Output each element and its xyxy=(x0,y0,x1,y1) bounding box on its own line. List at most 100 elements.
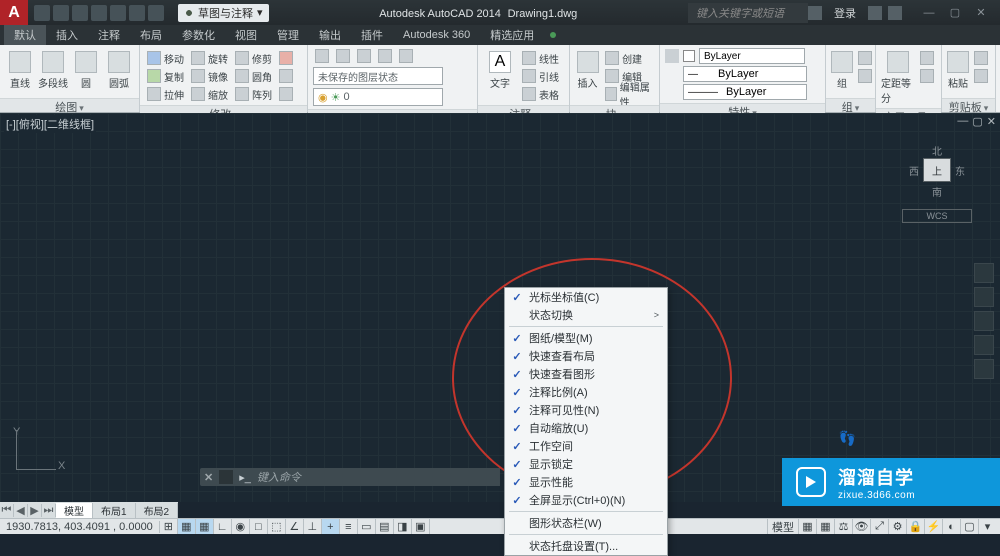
command-line[interactable]: ✕ ▸_ 键入命令 xyxy=(200,468,500,486)
layout-first-icon[interactable]: ⏮ xyxy=(0,504,14,517)
util-aux2[interactable] xyxy=(918,68,936,84)
rotate-button[interactable]: 旋转 xyxy=(189,50,230,66)
trim-button[interactable]: 修剪 xyxy=(233,50,274,66)
text-button[interactable]: A文字 xyxy=(483,48,517,90)
group-aux1-button[interactable] xyxy=(856,50,874,66)
vc-east[interactable]: 东 xyxy=(955,163,965,178)
circle-button[interactable]: 圆 xyxy=(71,48,101,90)
insert-block-button[interactable]: 插入 xyxy=(575,48,600,90)
divide-button[interactable]: 定距等分 xyxy=(881,48,915,105)
qat-redo-icon[interactable] xyxy=(148,5,164,21)
isolate-icon[interactable]: ◐ xyxy=(942,519,960,534)
tab-output[interactable]: 输出 xyxy=(309,25,351,45)
vc-north[interactable]: 北 xyxy=(902,143,972,158)
tab-plugins[interactable]: 插件 xyxy=(351,25,393,45)
tpy-toggle[interactable]: ▭ xyxy=(358,519,376,534)
mirror-button[interactable]: 镜像 xyxy=(189,68,230,84)
fillet-button[interactable]: 圆角 xyxy=(233,68,274,84)
tab-insert[interactable]: 插入 xyxy=(46,25,88,45)
qat-new-icon[interactable] xyxy=(34,5,50,21)
copy-clip-button[interactable] xyxy=(972,68,990,84)
vp-close-icon[interactable]: ✕ xyxy=(987,115,996,128)
layer-iso-button[interactable] xyxy=(355,48,373,64)
cmd-close-icon[interactable]: ✕ xyxy=(204,471,213,484)
vc-wcs[interactable]: WCS xyxy=(902,209,972,223)
nav-showmotion-icon[interactable] xyxy=(974,359,994,379)
create-block-button[interactable]: 创建 xyxy=(603,50,654,66)
context-menu-item[interactable]: ✓图纸/模型(M) xyxy=(505,329,667,347)
tab-annotate[interactable]: 注释 xyxy=(88,25,130,45)
close-button[interactable]: ✕ xyxy=(972,6,990,20)
qat-open-icon[interactable] xyxy=(53,5,69,21)
cmd-wrench-icon[interactable] xyxy=(219,470,233,484)
context-menu-item[interactable]: ✓快速查看布局 xyxy=(505,347,667,365)
table-button[interactable]: 表格 xyxy=(520,86,561,102)
coords-display[interactable]: 1930.7813, 403.4091 , 0.0000 xyxy=(0,521,160,533)
polyline-button[interactable]: 多段线 xyxy=(38,48,68,90)
vc-west[interactable]: 西 xyxy=(909,163,919,178)
tab-view[interactable]: 视图 xyxy=(225,25,267,45)
layer-state-button[interactable] xyxy=(334,48,352,64)
grid-toggle[interactable]: ▦ xyxy=(196,519,214,534)
minimize-button[interactable]: — xyxy=(920,6,938,20)
nav-orbit-icon[interactable] xyxy=(974,335,994,355)
tab-featured[interactable]: 精选应用 xyxy=(480,25,544,45)
dyn-toggle[interactable]: + xyxy=(322,519,340,534)
group-button[interactable]: 组 xyxy=(831,48,853,90)
nav-pan-icon[interactable] xyxy=(974,287,994,307)
infer-toggle[interactable]: ⊞ xyxy=(160,519,178,534)
color-dropdown[interactable]: ByLayer xyxy=(699,48,805,64)
user-icon[interactable] xyxy=(808,6,822,20)
qv-layouts-icon[interactable]: ▦ xyxy=(798,519,816,534)
cleanscreen-icon[interactable]: ▢ xyxy=(960,519,978,534)
help-icon[interactable] xyxy=(888,6,902,20)
layout-next-icon[interactable]: ▶ xyxy=(28,504,42,517)
vc-south[interactable]: 南 xyxy=(902,184,972,199)
panel-title-draw[interactable]: 绘图▾ xyxy=(0,98,139,112)
qat-undo-icon[interactable] xyxy=(129,5,145,21)
layout-last-icon[interactable]: ⏭ xyxy=(42,504,56,517)
snap-toggle[interactable]: ▦ xyxy=(178,519,196,534)
panel-title-group[interactable]: 组▾ xyxy=(826,98,875,112)
cut-button[interactable] xyxy=(972,50,990,66)
am-toggle[interactable]: ▣ xyxy=(412,519,430,534)
qp-toggle[interactable]: ▤ xyxy=(376,519,394,534)
context-menu-item[interactable]: 状态托盘设置(T)... xyxy=(505,537,667,555)
model-toggle[interactable]: 模型 xyxy=(767,519,798,534)
polar-toggle[interactable]: ◉ xyxy=(232,519,250,534)
move-button[interactable]: 移动 xyxy=(145,50,186,66)
context-menu-item[interactable]: ✓工作空间 xyxy=(505,437,667,455)
drawing-area[interactable]: [-][俯视][二维线框] — ▢ ✕ 北 西 上 东 南 WCS Y X 👣 … xyxy=(0,113,1000,502)
array-button[interactable]: 阵列 xyxy=(233,86,274,102)
paste-button[interactable]: 粘贴 xyxy=(947,48,969,90)
lwt-toggle[interactable]: ≡ xyxy=(340,519,358,534)
mod-extra2-button[interactable] xyxy=(277,68,295,84)
tab-layout2[interactable]: 布局2 xyxy=(136,503,179,518)
hwaccel-icon[interactable]: ⚡ xyxy=(924,519,942,534)
line-button[interactable]: 直线 xyxy=(5,48,35,90)
context-menu-item[interactable]: 状态切换> xyxy=(505,306,667,324)
tab-manage[interactable]: 管理 xyxy=(267,25,309,45)
vc-top[interactable]: 上 xyxy=(923,158,951,182)
qv-dwg-icon[interactable]: ▦ xyxy=(816,519,834,534)
autoscale-icon[interactable]: ⤢ xyxy=(870,519,888,534)
context-menu-item[interactable]: ✓快速查看图形 xyxy=(505,365,667,383)
arc-button[interactable]: 圆弧 xyxy=(104,48,134,90)
viewport-label[interactable]: [-][俯视][二维线框] xyxy=(4,115,96,133)
lineweight-dropdown[interactable]: — ByLayer xyxy=(683,66,807,82)
context-menu-item[interactable]: ✓自动缩放(U) xyxy=(505,419,667,437)
vp-min-icon[interactable]: — xyxy=(957,115,968,128)
layer-prop-button[interactable] xyxy=(313,48,331,64)
nav-zoom-icon[interactable] xyxy=(974,311,994,331)
context-menu-item[interactable]: ✓全屏显示(Ctrl+0)(N) xyxy=(505,491,667,509)
context-menu-item[interactable]: ✓注释可见性(N) xyxy=(505,401,667,419)
layer-lock-button[interactable] xyxy=(397,48,415,64)
context-menu-item[interactable]: 图形状态栏(W) xyxy=(505,514,667,532)
tab-a360[interactable]: Autodesk 360 xyxy=(393,27,480,43)
scale-button[interactable]: 缩放 xyxy=(189,86,230,102)
maximize-button[interactable]: ▢ xyxy=(946,6,964,20)
login-button[interactable]: 登录 xyxy=(828,5,862,21)
lock-ui-icon[interactable]: 🔒 xyxy=(906,519,924,534)
otrack-toggle[interactable]: ∠ xyxy=(286,519,304,534)
exchange-icon[interactable] xyxy=(868,6,882,20)
